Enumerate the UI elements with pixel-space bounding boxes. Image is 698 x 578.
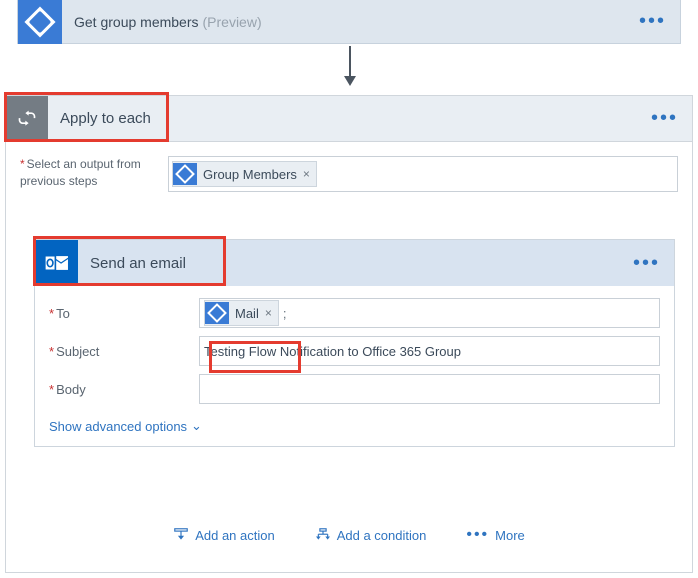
group-members-token[interactable]: Group Members × bbox=[172, 161, 317, 187]
to-row: *To Mail × ; bbox=[49, 298, 660, 328]
flow-canvas: Get group members (Preview) ••• Apply to… bbox=[0, 0, 698, 578]
ate-menu-dots-icon[interactable]: ••• bbox=[651, 107, 678, 130]
separator: ; bbox=[283, 306, 287, 321]
subject-input[interactable] bbox=[204, 344, 655, 359]
select-output-field[interactable]: Group Members × bbox=[168, 156, 678, 192]
body-field[interactable] bbox=[199, 374, 660, 404]
email-menu-dots-icon[interactable]: ••• bbox=[633, 252, 660, 275]
azure-ad-icon bbox=[205, 302, 229, 324]
remove-token-icon[interactable]: × bbox=[303, 167, 310, 181]
subject-field[interactable] bbox=[199, 336, 660, 366]
subject-label: *Subject bbox=[49, 344, 199, 359]
gm-title: Get group members bbox=[74, 14, 199, 30]
loop-icon bbox=[6, 96, 48, 142]
add-action-link[interactable]: Add an action bbox=[173, 526, 275, 544]
gm-preview: (Preview) bbox=[203, 14, 262, 30]
send-email-card: Send an email ••• *To Mail × ; bbox=[34, 239, 675, 447]
remove-token-icon[interactable]: × bbox=[265, 306, 272, 320]
body-row: *Body bbox=[49, 374, 660, 404]
subject-row: *Subject bbox=[49, 336, 660, 366]
to-field[interactable]: Mail × ; bbox=[199, 298, 660, 328]
gm-menu-dots-icon[interactable]: ••• bbox=[639, 10, 666, 33]
select-output-row: *Select an output from previous steps Gr… bbox=[6, 142, 692, 192]
chevron-down-icon: ⌄ bbox=[191, 418, 202, 434]
azure-ad-icon bbox=[173, 163, 197, 185]
add-condition-link[interactable]: Add a condition bbox=[315, 526, 427, 544]
azure-ad-icon bbox=[18, 0, 62, 44]
to-label: *To bbox=[49, 306, 199, 321]
mail-token[interactable]: Mail × bbox=[204, 300, 279, 326]
dots-icon: ••• bbox=[466, 526, 489, 544]
send-email-body: *To Mail × ; *Subject bbox=[35, 286, 674, 446]
show-advanced-options-link[interactable]: Show advanced options ⌄ bbox=[49, 418, 202, 434]
get-group-members-card[interactable]: Get group members (Preview) ••• bbox=[17, 0, 681, 44]
token-label: Mail bbox=[235, 306, 259, 321]
bottom-actions: Add an action Add a condition ••• More bbox=[6, 526, 692, 544]
add-condition-icon bbox=[315, 528, 331, 542]
token-label: Group Members bbox=[203, 167, 297, 182]
more-actions-link[interactable]: ••• More bbox=[466, 526, 524, 544]
apply-to-each-header[interactable]: Apply to each ••• bbox=[6, 96, 692, 142]
add-action-icon bbox=[173, 528, 189, 542]
send-email-title: Send an email bbox=[90, 255, 186, 272]
body-label: *Body bbox=[49, 382, 199, 397]
outlook-icon bbox=[35, 240, 78, 286]
select-output-label: *Select an output from previous steps bbox=[20, 156, 168, 190]
send-email-header[interactable]: Send an email ••• bbox=[35, 240, 674, 286]
apply-to-each-container: Apply to each ••• *Select an output from… bbox=[5, 95, 693, 573]
flow-arrow-icon bbox=[349, 46, 351, 80]
apply-to-each-title: Apply to each bbox=[60, 110, 151, 127]
body-input[interactable] bbox=[204, 382, 655, 397]
